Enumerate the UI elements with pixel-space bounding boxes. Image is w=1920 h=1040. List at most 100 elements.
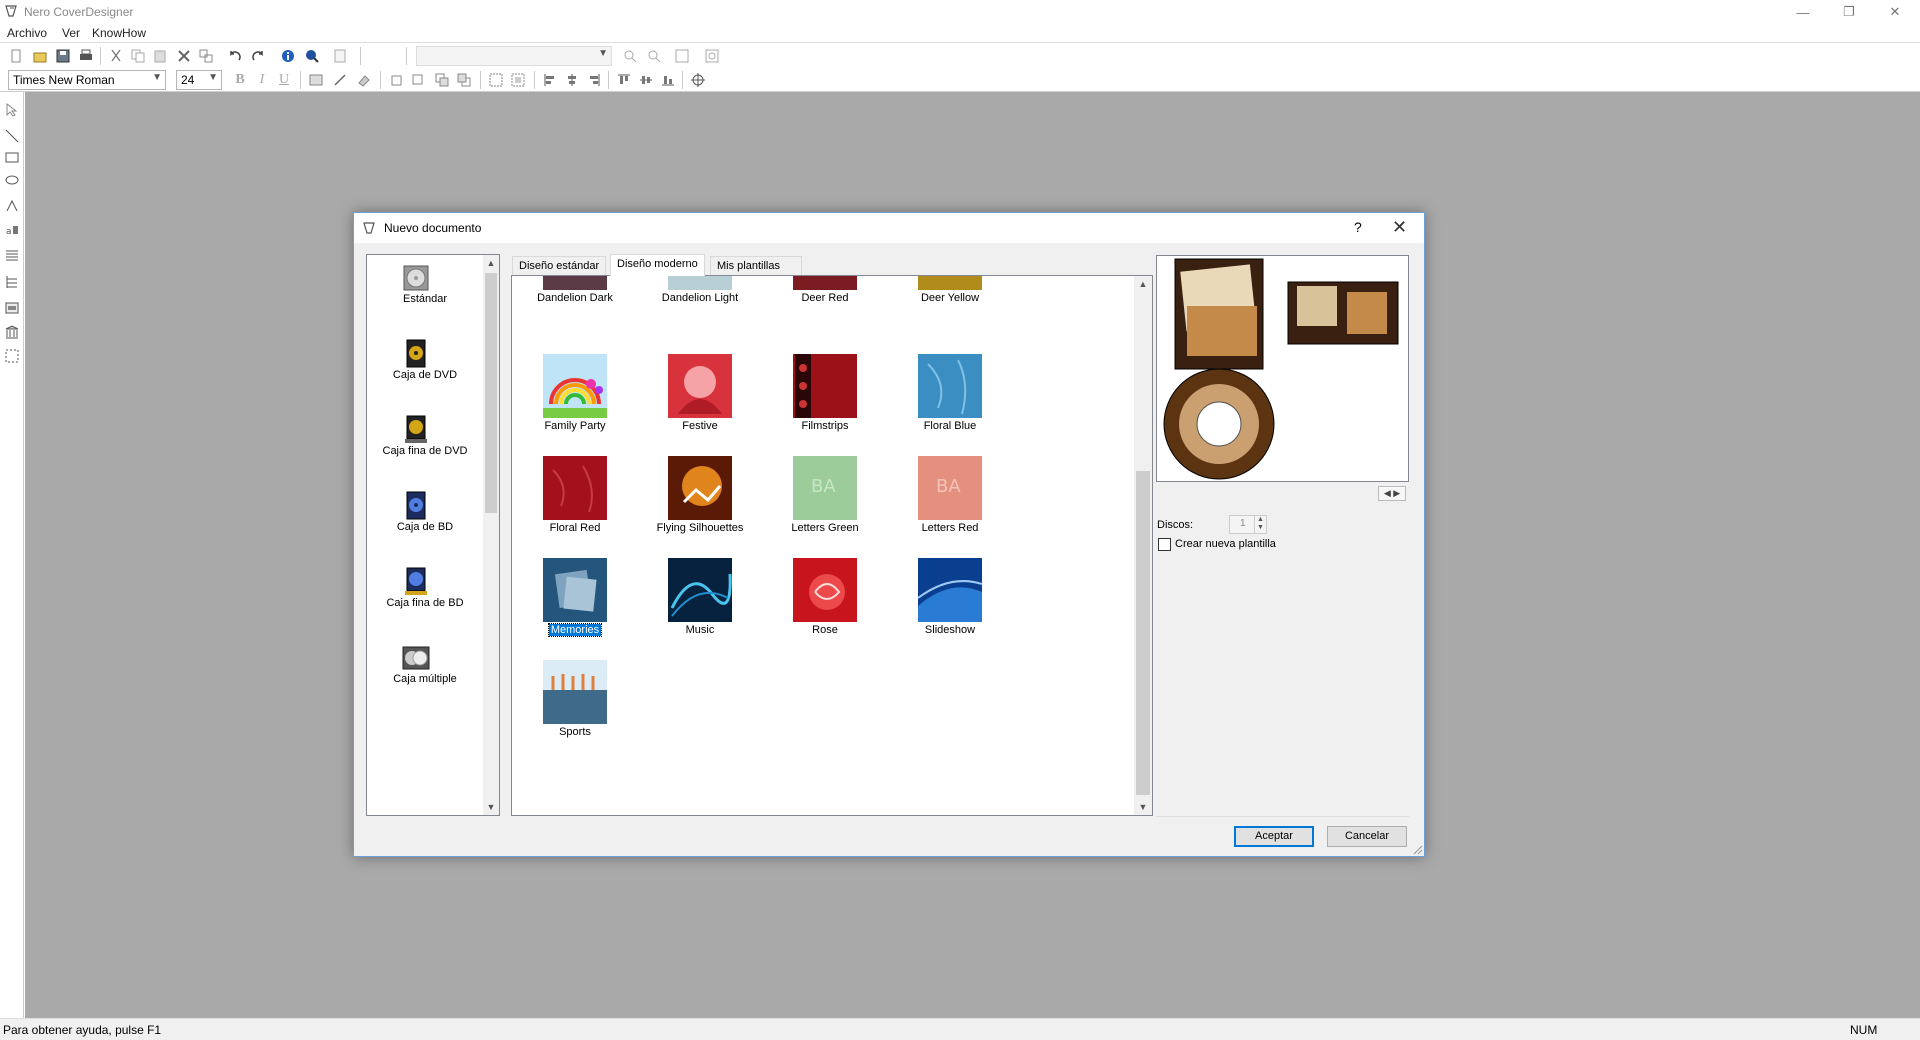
template-item[interactable]: Family Party bbox=[512, 354, 638, 454]
paragraph-tool-icon[interactable] bbox=[4, 248, 20, 264]
restore-button[interactable]: ❐ bbox=[1826, 0, 1872, 24]
image-icon[interactable] bbox=[308, 72, 324, 88]
zoom-out-icon[interactable] bbox=[646, 48, 662, 64]
align-bottom-icon[interactable] bbox=[660, 72, 676, 88]
tab-mis-plantillas[interactable]: Mis plantillas bbox=[710, 256, 802, 275]
guides-tool-icon[interactable] bbox=[4, 348, 20, 364]
preview-nav-arrows[interactable]: ◀ ▶ bbox=[1378, 486, 1406, 501]
category-label: Caja múltiple bbox=[393, 673, 457, 685]
template-item[interactable]: Sports bbox=[512, 660, 638, 760]
replace-icon[interactable] bbox=[198, 48, 214, 64]
print-icon[interactable] bbox=[78, 48, 94, 64]
object-combo[interactable]: ▼ bbox=[416, 46, 612, 66]
template-item[interactable]: Flying Silhouettes bbox=[637, 456, 763, 556]
zoom-fit-icon[interactable] bbox=[704, 48, 720, 64]
delete-icon[interactable] bbox=[176, 48, 192, 64]
template-item[interactable]: Dandelion Dark bbox=[512, 276, 638, 320]
discos-stepper[interactable]: 1 ▲ ▼ bbox=[1229, 515, 1267, 534]
page-icon[interactable] bbox=[332, 48, 348, 64]
close-button[interactable]: ✕ bbox=[1872, 0, 1918, 24]
crop2-icon[interactable] bbox=[410, 72, 426, 88]
info-icon[interactable] bbox=[280, 48, 296, 64]
zoom-page-icon[interactable] bbox=[674, 48, 690, 64]
pen-icon[interactable] bbox=[332, 72, 348, 88]
category-caja-fina-bd[interactable]: Caja fina de BD bbox=[367, 563, 483, 639]
new-icon[interactable] bbox=[8, 48, 24, 64]
fill-icon[interactable] bbox=[356, 72, 372, 88]
font-size-combo[interactable]: 24 ▼ bbox=[176, 70, 222, 90]
dialog-close-icon[interactable]: ✕ bbox=[1392, 217, 1407, 238]
copy-icon[interactable] bbox=[130, 48, 146, 64]
template-item[interactable]: Dandelion Light bbox=[637, 276, 763, 320]
category-caja-fina-dvd[interactable]: Caja fina de DVD bbox=[367, 411, 483, 487]
help-icon[interactable] bbox=[304, 48, 320, 64]
accept-button[interactable]: Aceptar bbox=[1234, 826, 1314, 847]
tab-diseno-estandar[interactable]: Diseño estándar bbox=[512, 256, 607, 275]
align-center-icon[interactable] bbox=[564, 72, 580, 88]
cut-icon[interactable] bbox=[108, 48, 124, 64]
align-top-icon[interactable] bbox=[616, 72, 632, 88]
align-right-icon[interactable] bbox=[586, 72, 602, 88]
line-tool-icon[interactable] bbox=[4, 128, 20, 144]
template-scrollbar[interactable]: ▲ ▼ bbox=[1134, 276, 1152, 815]
new-template-checkbox[interactable] bbox=[1158, 538, 1171, 551]
italic-icon[interactable]: I bbox=[254, 72, 270, 88]
template-item[interactable]: Rose bbox=[762, 558, 888, 658]
library-tool-icon[interactable] bbox=[4, 324, 20, 340]
category-caja-multiple[interactable]: Caja múltiple bbox=[367, 639, 483, 715]
template-item[interactable]: Deer Red bbox=[762, 276, 888, 320]
template-name: Festive bbox=[682, 420, 718, 432]
template-item[interactable]: Floral Red bbox=[512, 456, 638, 556]
template-item[interactable]: Filmstrips bbox=[762, 354, 888, 454]
open-icon[interactable] bbox=[32, 48, 48, 64]
font-name-combo[interactable]: Times New Roman ▼ bbox=[8, 70, 166, 90]
category-scrollbar[interactable]: ▲ ▼ bbox=[483, 255, 499, 815]
align-middle-icon[interactable] bbox=[638, 72, 654, 88]
resize-grip-icon[interactable] bbox=[1413, 845, 1423, 855]
bold-icon[interactable]: B bbox=[232, 72, 248, 88]
category-caja-bd[interactable]: Caja de BD bbox=[367, 487, 483, 563]
underline-icon[interactable]: U bbox=[276, 72, 292, 88]
front-icon[interactable] bbox=[434, 72, 450, 88]
redo-icon[interactable] bbox=[250, 48, 266, 64]
menu-ver[interactable]: Ver bbox=[62, 26, 80, 40]
category-list: Estándar Caja de DVD Caja fina de DVD Ca… bbox=[366, 254, 500, 816]
template-item[interactable]: Memories bbox=[512, 558, 638, 658]
ungroup-icon[interactable] bbox=[510, 72, 526, 88]
tab-diseno-moderno[interactable]: Diseño moderno bbox=[610, 254, 705, 276]
template-name: Floral Red bbox=[549, 522, 601, 534]
category-estandar[interactable]: Estándar bbox=[367, 259, 483, 335]
crop-icon[interactable] bbox=[388, 72, 404, 88]
template-item[interactable]: Deer Yellow bbox=[887, 276, 1013, 320]
category-caja-dvd[interactable]: Caja de DVD bbox=[367, 335, 483, 411]
group-icon[interactable] bbox=[488, 72, 504, 88]
undo-icon[interactable] bbox=[227, 48, 243, 64]
back-icon[interactable] bbox=[456, 72, 472, 88]
template-item[interactable]: BA Letters Green bbox=[762, 456, 888, 556]
zoom-in-icon[interactable] bbox=[622, 48, 638, 64]
tracklist-tool-icon[interactable] bbox=[4, 274, 20, 290]
template-item[interactable]: Floral Blue bbox=[887, 354, 1013, 454]
spin-arrows-icon[interactable]: ▲ ▼ bbox=[1254, 516, 1266, 533]
pointer-icon[interactable] bbox=[4, 102, 20, 118]
align-left-icon[interactable] bbox=[542, 72, 558, 88]
cd-case-icon bbox=[403, 265, 429, 291]
image-tool-icon[interactable] bbox=[4, 300, 20, 316]
center-page-icon[interactable] bbox=[690, 72, 706, 88]
artistic-text-icon[interactable]: a bbox=[4, 222, 20, 238]
template-item[interactable]: Slideshow bbox=[887, 558, 1013, 658]
template-item[interactable]: Music bbox=[637, 558, 763, 658]
save-icon[interactable] bbox=[55, 48, 71, 64]
paste-icon[interactable] bbox=[152, 48, 168, 64]
dialog-help-button[interactable]: ? bbox=[1354, 219, 1362, 235]
rectangle-tool-icon[interactable] bbox=[4, 150, 20, 166]
template-item[interactable]: Festive bbox=[637, 354, 763, 454]
menu-archivo[interactable]: Archivo bbox=[7, 26, 47, 40]
text-tool-icon[interactable] bbox=[4, 198, 20, 214]
ellipse-tool-icon[interactable] bbox=[4, 172, 20, 188]
svg-text:BA: BA bbox=[811, 476, 836, 497]
template-item[interactable]: BA Letters Red bbox=[887, 456, 1013, 556]
menu-knowhow[interactable]: KnowHow bbox=[92, 26, 146, 40]
cancel-button[interactable]: Cancelar bbox=[1327, 826, 1407, 847]
minimize-button[interactable]: — bbox=[1780, 0, 1826, 24]
